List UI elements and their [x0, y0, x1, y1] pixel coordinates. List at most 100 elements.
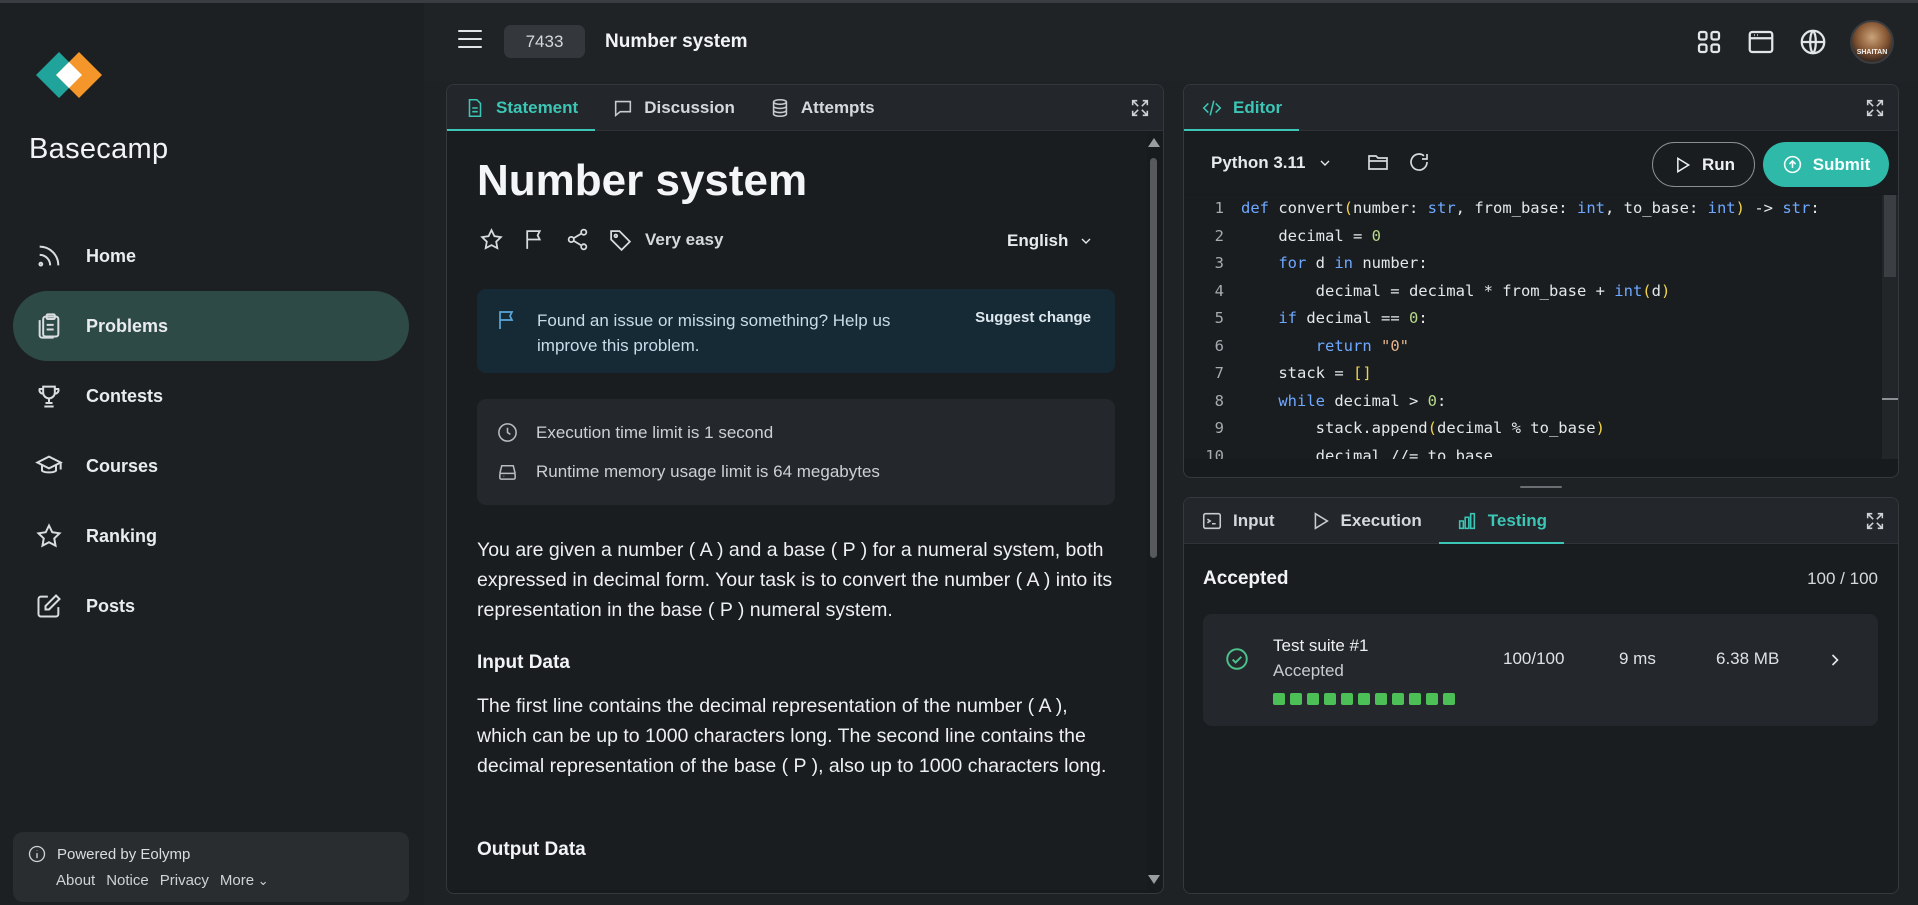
- problem-id-badge: 7433: [504, 25, 585, 58]
- feedback-notice: Found an issue or missing something? Hel…: [477, 289, 1115, 373]
- footer-link-notice[interactable]: Notice: [106, 872, 149, 889]
- avatar[interactable]: [1850, 20, 1894, 64]
- sidebar-item-label: Ranking: [86, 525, 158, 546]
- difficulty-label: Very easy: [645, 229, 724, 249]
- language-select[interactable]: English: [1007, 231, 1094, 251]
- code-line: 5 if decimal == 0:: [1214, 309, 1428, 327]
- flag-icon[interactable]: [522, 227, 547, 252]
- tab-attempts[interactable]: Attempts: [752, 85, 892, 130]
- clock-icon: [498, 423, 517, 442]
- suite-score: 100/100: [1503, 649, 1565, 668]
- chevron-right-icon[interactable]: [1825, 650, 1845, 670]
- check-circle-icon: [1226, 648, 1248, 670]
- folder-icon[interactable]: [1366, 150, 1390, 174]
- tag-icon[interactable]: [608, 227, 633, 252]
- apps-grid-icon[interactable]: [1694, 27, 1724, 57]
- brand-name[interactable]: Basecamp: [29, 133, 168, 166]
- test-progress-dots: [1273, 693, 1455, 705]
- star-icon: [36, 523, 62, 548]
- description-text: You are given a number ( A ) and a base …: [477, 539, 1113, 621]
- storage-icon: [499, 464, 516, 480]
- top-bar: 7433 Number system: [424, 3, 1918, 82]
- sidebar-item-label: Courses: [86, 455, 159, 476]
- sidebar-footer: Powered by Eolymp About Notice Privacy M…: [13, 832, 409, 902]
- statement-scrollbar[interactable]: [1147, 132, 1160, 890]
- panel-resize-handle[interactable]: [1520, 486, 1562, 490]
- scrollbar-marker: [1882, 398, 1898, 400]
- tab-execution[interactable]: Execution: [1292, 498, 1439, 543]
- tab-editor[interactable]: Editor: [1184, 85, 1300, 131]
- editor-toolbar: Python 3.11 Run Submit: [1184, 132, 1898, 194]
- input-text: The first line contains the decimal repr…: [477, 695, 1107, 777]
- test-passed-dot: [1324, 693, 1336, 705]
- sidebar-item-ranking[interactable]: Ranking: [13, 501, 409, 571]
- share-icon[interactable]: [565, 227, 590, 252]
- terminal-icon: [1202, 512, 1222, 529]
- run-button[interactable]: Run: [1652, 142, 1755, 187]
- statement-content: Number system Very easy English Found an…: [447, 132, 1147, 890]
- scroll-down-arrow[interactable]: [1148, 875, 1160, 884]
- test-passed-dot: [1273, 693, 1285, 705]
- input-heading: Input Data: [477, 652, 570, 673]
- panel-splitter-vertical[interactable]: [1172, 470, 1176, 500]
- tab-discussion[interactable]: Discussion: [595, 85, 752, 130]
- sidebar-item-contests[interactable]: Contests: [13, 361, 409, 431]
- expand-icon[interactable]: [1864, 97, 1886, 119]
- test-passed-dot: [1426, 693, 1438, 705]
- code-line: 7 stack = []: [1214, 364, 1372, 382]
- sidebar-item-courses[interactable]: Courses: [13, 431, 409, 501]
- total-score: 100 / 100: [1807, 569, 1878, 588]
- code-line: 4 decimal = decimal * from_base + int(d): [1214, 281, 1671, 300]
- sidebar-item-home[interactable]: Home: [13, 221, 409, 291]
- scrollbar-thumb[interactable]: [1884, 195, 1896, 277]
- memory-limit-text: Runtime memory usage limit is 64 megabyt…: [536, 461, 880, 481]
- browser-window-icon[interactable]: [1746, 27, 1776, 57]
- time-limit-text: Execution time limit is 1 second: [536, 422, 774, 442]
- test-suite-row[interactable]: Test suite #1 Accepted 100/100 9 ms 6.38…: [1203, 614, 1878, 726]
- scrollbar-thumb[interactable]: [1150, 158, 1157, 558]
- test-passed-dot: [1409, 693, 1421, 705]
- tab-label: Attempts: [800, 97, 875, 117]
- menu-icon[interactable]: [458, 30, 482, 52]
- test-passed-dot: [1341, 693, 1353, 705]
- upload-circle-icon: [1783, 155, 1801, 174]
- code-line: 2 decimal = 0: [1214, 226, 1381, 245]
- code-editor[interactable]: 1 def convert(number: str, from_base: int…: [1184, 195, 1884, 459]
- flag-icon: [499, 311, 514, 329]
- logo-icon[interactable]: [29, 46, 109, 106]
- output-heading: Output Data: [477, 839, 586, 860]
- tab-testing[interactable]: Testing: [1438, 498, 1565, 544]
- tab-label: Discussion: [644, 97, 735, 117]
- powered-by-text: Powered by Eolymp: [57, 845, 191, 863]
- footer-link-about[interactable]: About: [56, 872, 95, 889]
- language-dropdown[interactable]: Python 3.11: [1211, 153, 1333, 173]
- globe-icon[interactable]: [1798, 27, 1828, 57]
- star-icon[interactable]: [479, 227, 504, 252]
- editor-scrollbar[interactable]: [1882, 195, 1898, 459]
- scroll-up-arrow[interactable]: [1148, 138, 1160, 147]
- tab-input[interactable]: Input: [1184, 498, 1292, 543]
- suggest-change-link[interactable]: Suggest change: [975, 309, 1091, 326]
- footer-links: About Notice Privacy More: [56, 872, 395, 889]
- refresh-icon[interactable]: [1407, 150, 1431, 174]
- statement-tabs: Statement Discussion Attempts: [447, 85, 1163, 131]
- tab-statement[interactable]: Statement: [447, 85, 596, 131]
- submit-button[interactable]: Submit: [1763, 142, 1889, 187]
- sidebar-item-posts[interactable]: Posts: [13, 571, 409, 641]
- code-line: 9 stack.append(decimal % to_base): [1214, 419, 1605, 437]
- test-passed-dot: [1375, 693, 1387, 705]
- chevron-down-icon: [1081, 238, 1091, 244]
- sidebar-item-label: Contests: [86, 385, 164, 406]
- footer-link-more[interactable]: More: [220, 872, 269, 889]
- expand-icon[interactable]: [1129, 97, 1151, 119]
- sidebar-item-problems[interactable]: Problems: [13, 291, 409, 361]
- language-value: English: [1007, 231, 1069, 250]
- rss-icon: [38, 245, 60, 267]
- code-line: 8 while decimal > 0:: [1214, 391, 1447, 410]
- expand-icon[interactable]: [1864, 510, 1886, 532]
- edit-icon: [37, 594, 61, 618]
- sidebar-item-label: Home: [86, 245, 137, 266]
- footer-link-privacy[interactable]: Privacy: [160, 872, 209, 889]
- suite-time: 9 ms: [1619, 649, 1656, 668]
- test-passed-dot: [1307, 693, 1319, 705]
